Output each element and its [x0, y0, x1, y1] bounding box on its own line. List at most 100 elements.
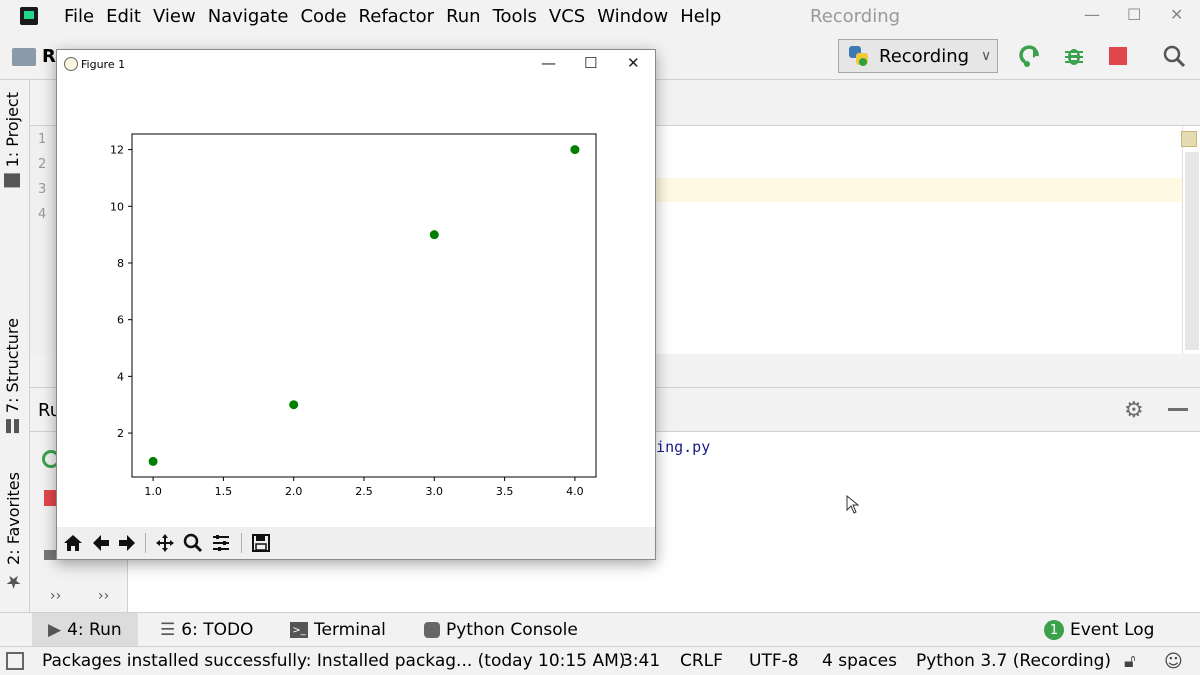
menu-run[interactable]: Run: [446, 6, 481, 27]
minimize-icon[interactable]: —: [1084, 5, 1100, 24]
menu-file[interactable]: File: [64, 6, 94, 27]
home-icon[interactable]: [61, 531, 85, 555]
rerun-icon[interactable]: [1018, 43, 1044, 69]
structure-icon: [5, 419, 20, 434]
breadcrumb[interactable]: R: [42, 46, 56, 67]
y-tick-label: 2: [117, 427, 124, 440]
line-number: 4: [38, 207, 47, 222]
configure-subplots-icon[interactable]: [209, 531, 233, 555]
menu-tools[interactable]: Tools: [493, 6, 537, 27]
star-icon: ★: [3, 570, 24, 592]
hide-panel-icon[interactable]: [1168, 408, 1188, 411]
y-tick-label: 8: [117, 257, 124, 270]
window-title: Recording: [810, 6, 901, 27]
maximize-icon[interactable]: ☐: [1127, 5, 1141, 24]
mouse-pointer-icon: [846, 494, 860, 519]
indent-setting[interactable]: 4 spaces: [822, 651, 897, 671]
line-number: 2: [38, 157, 47, 172]
chevron-down-icon: ∨: [981, 48, 992, 64]
x-tick-label: 2.0: [285, 485, 303, 498]
y-tick-label: 4: [117, 370, 124, 383]
python-console-icon: [424, 622, 440, 638]
tool-window-bar: ▶ 4: Run ☰ 6: TODO >_ Terminal Python Co…: [0, 612, 1200, 647]
forward-arrow-icon[interactable]: [115, 531, 139, 555]
tab-terminal[interactable]: >_ Terminal: [290, 613, 386, 647]
tab-structure[interactable]: 7: Structure: [3, 318, 22, 434]
menu-navigate[interactable]: Navigate: [208, 6, 289, 27]
y-tick-label: 10: [110, 200, 124, 213]
run-config-selector[interactable]: Recording ∨: [838, 39, 998, 73]
menu-edit[interactable]: Edit: [106, 6, 141, 27]
scatter-plot[interactable]: 1.0 1.5 2.0 2.5 3.0 3.5 4.0 2 4 6 8 10 12: [57, 80, 655, 525]
tab-python-console[interactable]: Python Console: [424, 613, 578, 647]
menu-bar: File Edit View Navigate Code Refactor Ru…: [0, 0, 1200, 32]
tab-run-label: 4: Run: [67, 620, 122, 640]
folder-icon: [4, 173, 21, 188]
x-tick-label: 3.0: [426, 485, 444, 498]
scatter-point: [148, 456, 158, 466]
inspection-marker[interactable]: [1181, 131, 1197, 147]
pan-icon[interactable]: [153, 531, 177, 555]
scatter-point: [429, 230, 439, 240]
python-icon: [849, 46, 869, 66]
editor-gutter: 1 2 3 4: [30, 126, 56, 354]
file-encoding[interactable]: UTF-8: [749, 651, 799, 671]
scatter-point: [289, 400, 299, 410]
more-actions-chevron[interactable]: ››: [98, 588, 109, 604]
tab-project[interactable]: 1: Project: [3, 92, 22, 188]
figure-title: Figure 1: [81, 58, 126, 71]
lock-icon[interactable]: 🔓︎: [1124, 651, 1136, 672]
close-icon[interactable]: ✕: [1170, 5, 1183, 24]
x-tick-label: 1.5: [215, 485, 233, 498]
status-message[interactable]: Packages installed successfully: Install…: [42, 651, 625, 671]
menu-refactor[interactable]: Refactor: [359, 6, 435, 27]
x-tick-label: 3.5: [496, 485, 514, 498]
menu-code[interactable]: Code: [300, 6, 346, 27]
maximize-icon[interactable]: ☐: [584, 54, 597, 72]
figure-window: Figure 1 — ☐ ✕ 1.0 1.5 2.0 2.5 3.0 3.5 4.0 2 4 6…: [56, 49, 656, 560]
scatter-point: [570, 145, 580, 155]
run-icon: ▶: [48, 620, 62, 640]
python-interpreter[interactable]: Python 3.7 (Recording): [916, 651, 1111, 671]
y-tick-label: 6: [117, 314, 124, 327]
figure-titlebar: Figure 1 — ☐ ✕: [57, 50, 655, 80]
minimize-icon[interactable]: —: [541, 54, 556, 72]
toolbar-separator: [145, 533, 146, 553]
tab-run[interactable]: ▶ 4: Run: [32, 613, 138, 647]
line-separator[interactable]: CRLF: [680, 651, 723, 671]
run-config-label: Recording: [879, 45, 970, 67]
menu-window[interactable]: Window: [597, 6, 668, 27]
x-tick-label: 4.0: [566, 485, 584, 498]
toggle-tool-windows-icon[interactable]: [6, 652, 24, 670]
tab-project-label: 1: Project: [3, 92, 22, 168]
left-tool-strip: 1: Project 7: Structure ★ 2: Favorites: [0, 80, 30, 645]
status-bar: Packages installed successfully: Install…: [0, 646, 1200, 675]
caret-position[interactable]: 3:41: [622, 651, 660, 671]
gear-icon[interactable]: ⚙: [1124, 398, 1144, 423]
zoom-icon[interactable]: [181, 531, 205, 555]
debug-icon[interactable]: [1061, 43, 1087, 69]
scrollbar-thumb[interactable]: [1185, 152, 1199, 350]
tab-event-log-label: Event Log: [1070, 620, 1155, 640]
folder-icon: [12, 48, 36, 66]
more-actions-chevron[interactable]: ››: [50, 588, 61, 604]
search-icon[interactable]: [1161, 43, 1187, 69]
inspector-icon[interactable]: ☺: [1164, 651, 1183, 672]
stop-icon[interactable]: [1105, 43, 1131, 69]
save-figure-icon[interactable]: [249, 531, 273, 555]
pycharm-app-icon[interactable]: [20, 7, 38, 25]
tab-favorites[interactable]: ★ 2: Favorites: [3, 472, 24, 592]
list-icon: ☰: [160, 620, 176, 640]
menu-view[interactable]: View: [153, 6, 196, 27]
back-arrow-icon[interactable]: [89, 531, 113, 555]
menu-vcs[interactable]: VCS: [549, 6, 585, 27]
menu-help[interactable]: Help: [680, 6, 721, 27]
close-icon[interactable]: ✕: [627, 54, 640, 72]
tab-structure-label: 7: Structure: [3, 318, 22, 414]
tab-todo[interactable]: ☰ 6: TODO: [160, 613, 253, 647]
tab-terminal-label: Terminal: [314, 620, 386, 640]
y-tick-label: 12: [110, 144, 124, 157]
tab-event-log[interactable]: 1 Event Log: [1044, 613, 1154, 647]
tab-python-console-label: Python Console: [446, 620, 578, 640]
toolbar-separator: [241, 533, 242, 553]
